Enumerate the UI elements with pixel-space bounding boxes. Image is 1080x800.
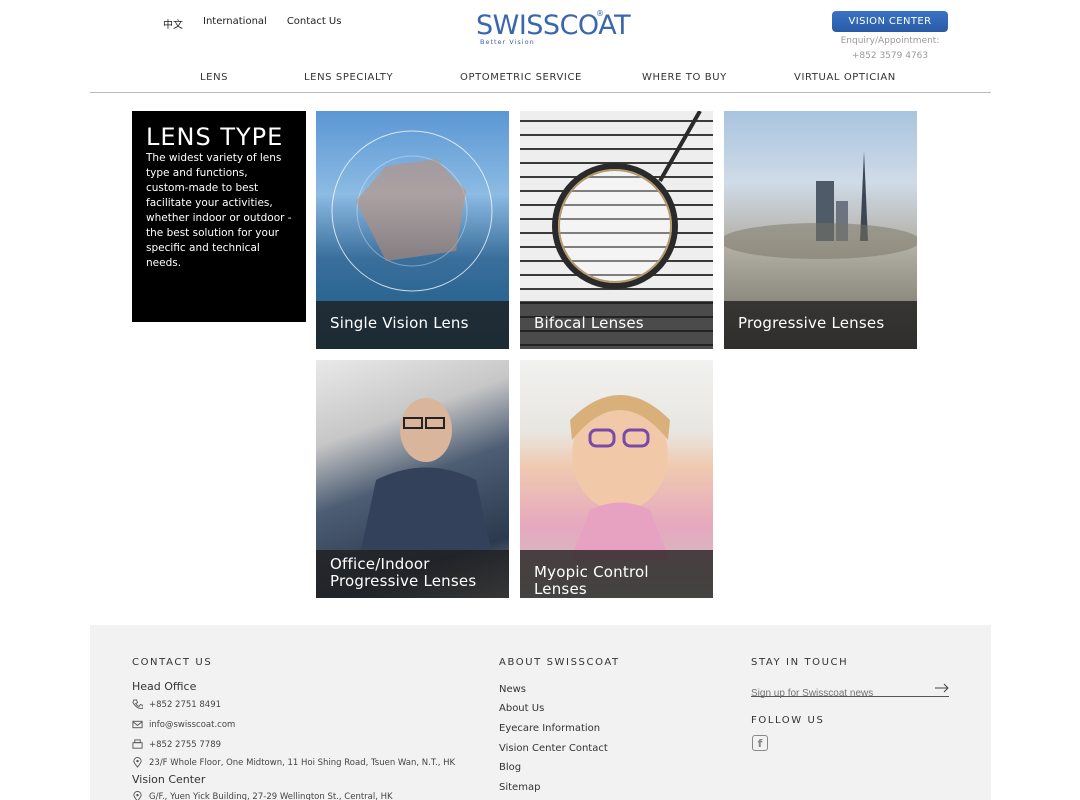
- enquiry-label: Enquiry/Appointment:: [840, 36, 940, 46]
- footer-link-vision-center-contact[interactable]: Vision Center Contact: [499, 743, 608, 754]
- tile-single-vision-lens[interactable]: Single Vision Lens: [316, 111, 509, 349]
- tile-label: Myopic Control Lenses: [520, 550, 713, 598]
- logo-tagline: Better Vision: [480, 38, 535, 46]
- tile-myopic-control-lenses[interactable]: Myopic Control Lenses: [520, 360, 713, 598]
- footer-email: info@swisscoat.com: [132, 719, 235, 730]
- newsletter-email-input[interactable]: [751, 688, 926, 699]
- international-link[interactable]: International: [203, 16, 267, 31]
- vision-center-button[interactable]: VISION CENTER: [832, 11, 948, 32]
- nav-item-lens-specialty[interactable]: LENS SPECIALTY: [304, 72, 393, 83]
- language-chinese-link[interactable]: 中文: [163, 16, 183, 31]
- main-nav: LENS LENS SPECIALTY OPTOMETRIC SERVICE W…: [90, 72, 991, 93]
- head-office-label: Head Office: [132, 680, 197, 693]
- mail-icon: [132, 720, 143, 729]
- tile-label: Bifocal Lenses: [520, 301, 713, 349]
- enquiry-info: Enquiry/Appointment: +852 3579 4763: [832, 34, 948, 64]
- footer-link-sitemap[interactable]: Sitemap: [499, 782, 540, 793]
- tile-office-indoor-progressive-lenses[interactable]: Office/Indoor Progressive Lenses: [316, 360, 509, 598]
- logo-registered-mark: ®: [596, 9, 604, 18]
- fax-icon: [132, 739, 143, 749]
- nav-item-optometric-service[interactable]: OPTOMETRIC SERVICE: [460, 72, 582, 83]
- footer-fax: +852 2755 7789: [132, 739, 221, 750]
- arrow-right-icon[interactable]: [935, 683, 949, 693]
- footer-about-title: ABOUT SWISSCOAT: [499, 657, 620, 668]
- phone-icon: [132, 699, 143, 709]
- facebook-icon[interactable]: f: [752, 735, 768, 751]
- footer-link-eyecare-information[interactable]: Eyecare Information: [499, 723, 600, 734]
- footer-link-about-us[interactable]: About Us: [499, 703, 544, 714]
- tile-label: Office/Indoor Progressive Lenses: [316, 550, 509, 598]
- enquiry-phone[interactable]: +852 3579 4763: [832, 49, 948, 64]
- footer-link-news[interactable]: News: [499, 684, 526, 695]
- intro-text: The widest variety of lens type and func…: [146, 152, 292, 269]
- email-address[interactable]: info@swisscoat.com: [149, 720, 235, 730]
- contact-us-link[interactable]: Contact Us: [287, 16, 342, 31]
- footer-follow-us-title: FOLLOW US: [751, 715, 825, 726]
- tile-label: Single Vision Lens: [316, 301, 509, 349]
- footer-stay-in-touch-title: STAY IN TOUCH: [751, 657, 849, 668]
- footer-address: 23/F Whole Floor, One Midtown, 11 Hoi Sh…: [132, 757, 455, 768]
- top-links: 中文 International Contact Us: [163, 16, 341, 31]
- footer-link-blog[interactable]: Blog: [499, 762, 521, 773]
- nav-item-virtual-optician[interactable]: VIRTUAL OPTICIAN: [794, 72, 896, 83]
- logo-name: SWISSCOAT: [476, 10, 631, 41]
- footer-phone: +852 2751 8491: [132, 699, 221, 710]
- phone-number[interactable]: +852 2751 8491: [149, 700, 221, 710]
- footer-vision-address: G/F., Yuen Yick Building, 27-29 Wellingt…: [132, 791, 393, 800]
- nav-item-lens[interactable]: LENS: [200, 72, 228, 83]
- nav-item-where-to-buy[interactable]: WHERE TO BUY: [642, 72, 727, 83]
- footer-contact-title: CONTACT US: [132, 657, 213, 668]
- location-pin-icon: [133, 757, 142, 768]
- location-pin-icon: [133, 791, 142, 800]
- tile-bifocal-lenses[interactable]: Bifocal Lenses: [520, 111, 713, 349]
- tile-label: Progressive Lenses: [724, 301, 917, 349]
- lens-type-intro: LENS TYPE The widest variety of lens typ…: [132, 111, 306, 322]
- fax-number: +852 2755 7789: [149, 739, 222, 750]
- swisscoat-logo[interactable]: SWISSCOAT ® Better Vision: [474, 9, 631, 48]
- page-title: LENS TYPE: [146, 123, 284, 151]
- head-office-address: 23/F Whole Floor, One Midtown, 11 Hoi Sh…: [149, 757, 456, 768]
- vision-center-label: Vision Center: [132, 773, 206, 786]
- tile-progressive-lenses[interactable]: Progressive Lenses: [724, 111, 917, 349]
- vision-center-address: G/F., Yuen Yick Building, 27-29 Wellingt…: [149, 791, 393, 800]
- newsletter-signup: [751, 681, 949, 699]
